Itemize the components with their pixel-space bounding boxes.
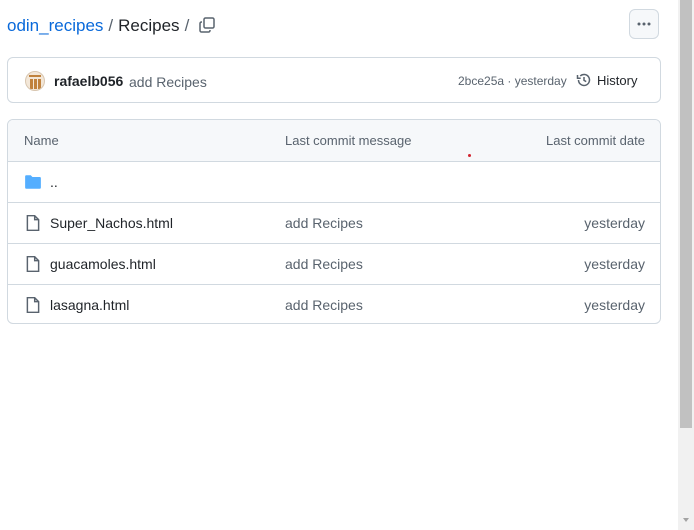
- latest-commit-bar: rafaelb056 add Recipes 2bce25a · yesterd…: [7, 57, 661, 103]
- parent-directory-row[interactable]: ..: [8, 161, 660, 203]
- file-icon: [26, 214, 40, 232]
- table-row[interactable]: Super_Nachos.html add Recipes yesterday: [8, 202, 660, 244]
- history-icon: [576, 73, 591, 87]
- file-commit-message[interactable]: add Recipes: [285, 297, 363, 313]
- file-icon: [26, 255, 40, 273]
- file-name[interactable]: guacamoles.html: [50, 256, 156, 272]
- copy-icon: [199, 17, 215, 33]
- table-header: Name Last commit message Last commit dat…: [8, 120, 660, 162]
- file-commit-message[interactable]: add Recipes: [285, 215, 363, 231]
- file-name[interactable]: Super_Nachos.html: [50, 215, 173, 231]
- file-icon: [26, 296, 40, 314]
- breadcrumb: odin_recipes / Recipes /: [7, 14, 194, 38]
- table-row[interactable]: lasagna.html add Recipes yesterday: [8, 284, 660, 323]
- commit-hash-time[interactable]: 2bce25a · yesterday: [458, 74, 567, 88]
- scrollbar-thumb[interactable]: [680, 0, 692, 428]
- breadcrumb-current-folder: Recipes: [118, 16, 180, 35]
- history-button[interactable]: History: [576, 69, 637, 91]
- parent-directory-link[interactable]: ..: [50, 174, 58, 190]
- scroll-down-arrow-icon[interactable]: [681, 515, 691, 525]
- more-options-button[interactable]: [629, 9, 659, 39]
- breadcrumb-trailing-separator: /: [184, 16, 190, 35]
- kebab-horizontal-icon: [637, 22, 651, 26]
- file-table: Name Last commit message Last commit dat…: [7, 119, 661, 324]
- file-name[interactable]: lasagna.html: [50, 297, 129, 313]
- indicator-dot: [468, 154, 471, 157]
- author-avatar[interactable]: [25, 71, 45, 91]
- file-commit-date: yesterday: [584, 256, 645, 272]
- header-last-commit-date: Last commit date: [546, 133, 645, 148]
- folder-icon: [25, 175, 41, 189]
- file-commit-date: yesterday: [584, 215, 645, 231]
- header-last-commit-message: Last commit message: [285, 133, 412, 148]
- breadcrumb-separator: /: [108, 16, 114, 35]
- copy-path-button[interactable]: [197, 15, 217, 35]
- file-commit-message[interactable]: add Recipes: [285, 256, 363, 272]
- header-name: Name: [24, 133, 59, 148]
- history-label: History: [597, 72, 638, 88]
- commit-message[interactable]: add Recipes: [129, 74, 207, 90]
- table-row[interactable]: guacamoles.html add Recipes yesterday: [8, 243, 660, 285]
- commit-author[interactable]: rafaelb056: [54, 73, 123, 89]
- file-commit-date: yesterday: [584, 297, 645, 313]
- breadcrumb-repo-link[interactable]: odin_recipes: [7, 16, 103, 36]
